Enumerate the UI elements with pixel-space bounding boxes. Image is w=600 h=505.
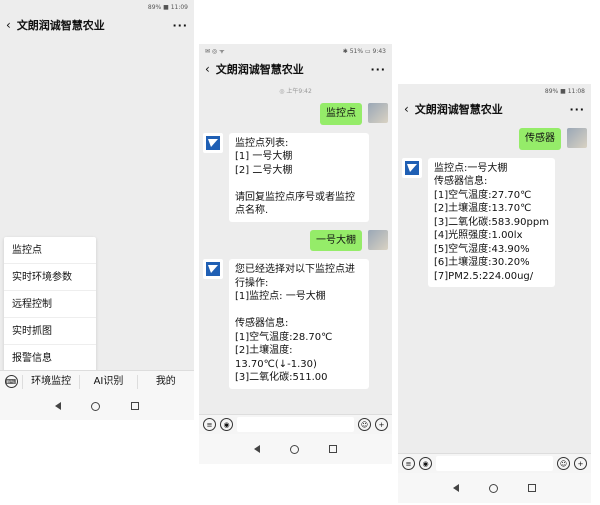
submenu-popup: 监控点 实时环境参数 远程控制 实时抓图 报警信息 [4,237,96,372]
message-input[interactable] [436,456,553,471]
back-icon[interactable]: ‹ [205,62,210,76]
chat-header: ‹ 文朗润诚智慧农业 ··· [0,14,194,36]
timestamp: ◎ 上午9:42 [279,88,312,95]
back-icon[interactable]: ‹ [6,18,11,32]
message-list: ◎ 上午9:42 监控点 监控点列表: [1] 一号大棚 [2] 二号大棚 请回… [199,80,392,422]
message-row: 监控点列表: [1] 一号大棚 [2] 二号大棚 请回复监控点序号或者监控点名称… [203,132,388,222]
outgoing-bubble: 一号大棚 [310,229,362,251]
submenu-item-monitor[interactable]: 监控点 [4,237,96,264]
bot-logo-icon [405,160,419,175]
bot-logo-icon [206,262,220,276]
outgoing-bubble: 监控点 [320,103,362,125]
back-nav-icon[interactable] [453,484,459,492]
android-nav [199,434,392,464]
home-nav-icon[interactable] [290,444,299,454]
chat-title: 文朗润诚智慧农业 [414,103,503,116]
android-nav [398,473,591,503]
recent-nav-icon[interactable] [528,484,536,492]
message-input[interactable] [237,417,354,432]
submenu-item-env[interactable]: 实时环境参数 [4,264,96,291]
keyboard-icon: ⌨ [4,375,18,388]
back-nav-icon[interactable] [254,445,260,453]
chat-title: 文朗润诚智慧农业 [16,19,105,32]
voice-icon[interactable]: ◉ [220,418,233,431]
status-bar: 89% ■ 11:08 [398,84,591,98]
phone-screen-menu: 89% ■ 11:09 ‹ 文朗润诚智慧农业 ··· 监控点 实时环境参数 远程… [0,0,194,420]
more-icon[interactable]: ··· [370,63,386,76]
incoming-bubble: 您已经选择对以下监控点进行操作: [1]监控点: 一号大棚 传感器信息: [1]… [229,259,369,389]
voice-icon[interactable]: ◉ [419,457,432,470]
status-right: ✱ 51% ▭ 9:43 [342,47,386,55]
emoji-icon[interactable]: ☺ [358,418,371,431]
plus-icon[interactable]: + [375,418,388,431]
menu-env-monitor[interactable]: 环境监控 [22,374,79,389]
android-nav [0,392,194,420]
input-bar: ≡ ◉ ☺ + [398,453,591,473]
menu-toggle-icon[interactable]: ≡ [203,418,216,431]
phone-screen-sensors: 89% ■ 11:08 ‹ 文朗润诚智慧农业 ··· 传感器 监控点:一号大棚 … [398,84,591,503]
keyboard-toggle[interactable]: ⌨ [0,375,22,388]
chat-title: 文朗润诚智慧农业 [215,63,304,76]
plus-icon[interactable]: + [574,457,587,470]
home-nav-icon[interactable] [489,483,498,493]
status-bar: ✉ ◎ ᯤ ✱ 51% ▭ 9:43 [199,44,392,58]
phone-screen-chat: ✉ ◎ ᯤ ✱ 51% ▭ 9:43 ‹ 文朗润诚智慧农业 ··· ◎ 上午9:4… [199,44,392,464]
submenu-item-remote[interactable]: 远程控制 [4,291,96,318]
bot-avatar[interactable] [203,259,223,279]
user-avatar[interactable] [368,229,388,250]
recent-nav-icon[interactable] [329,445,337,453]
incoming-bubble: 监控点列表: [1] 一号大棚 [2] 二号大棚 请回复监控点序号或者监控点名称… [229,132,369,222]
bot-logo-icon [206,135,220,150]
menu-toggle-icon[interactable]: ≡ [402,457,415,470]
message-row: 监控点:一号大棚 传感器信息: [1]空气温度:27.70℃ [2]土壤温度:1… [402,157,587,287]
message-list: 传感器 监控点:一号大棚 传感器信息: [1]空气温度:27.70℃ [2]土壤… [398,120,591,461]
status-right: 89% ■ 11:09 [147,3,188,11]
back-icon[interactable]: ‹ [404,102,409,116]
bot-avatar[interactable] [203,132,223,153]
message-row: 一号大棚 [203,229,388,251]
chat-header: ‹ 文朗润诚智慧农业 ··· [199,58,392,80]
incoming-bubble: 监控点:一号大棚 传感器信息: [1]空气温度:27.70℃ [2]土壤温度:1… [428,157,555,287]
user-avatar[interactable] [567,128,587,148]
recent-nav-icon[interactable] [130,402,139,410]
status-left: ✉ ◎ ᯤ [205,48,225,55]
message-row: 您已经选择对以下监控点进行操作: [1]监控点: 一号大棚 传感器信息: [1]… [203,259,388,389]
user-avatar[interactable] [368,103,388,123]
status-bar: 89% ■ 11:09 [0,0,194,14]
outgoing-bubble: 传感器 [519,128,561,150]
back-nav-icon[interactable] [55,402,62,410]
bottom-menu: ⌨ 环境监控 AI识别 我的 [0,370,194,392]
bot-avatar[interactable] [402,157,422,178]
home-nav-icon[interactable] [91,401,101,411]
submenu-item-snapshot[interactable]: 实时抓图 [4,318,96,345]
submenu-item-alarm[interactable]: 报警信息 [4,345,96,372]
message-row: 传感器 [402,128,587,150]
more-icon[interactable]: ··· [172,19,188,32]
chat-header: ‹ 文朗润诚智慧农业 ··· [398,98,591,120]
message-row: 监控点 [203,103,388,125]
more-icon[interactable]: ··· [569,103,585,116]
input-bar: ≡ ◉ ☺ + [199,414,392,434]
menu-ai[interactable]: AI识别 [79,374,136,389]
status-right: 89% ■ 11:08 [544,87,585,95]
menu-mine[interactable]: 我的 [136,374,194,389]
emoji-icon[interactable]: ☺ [557,457,570,470]
